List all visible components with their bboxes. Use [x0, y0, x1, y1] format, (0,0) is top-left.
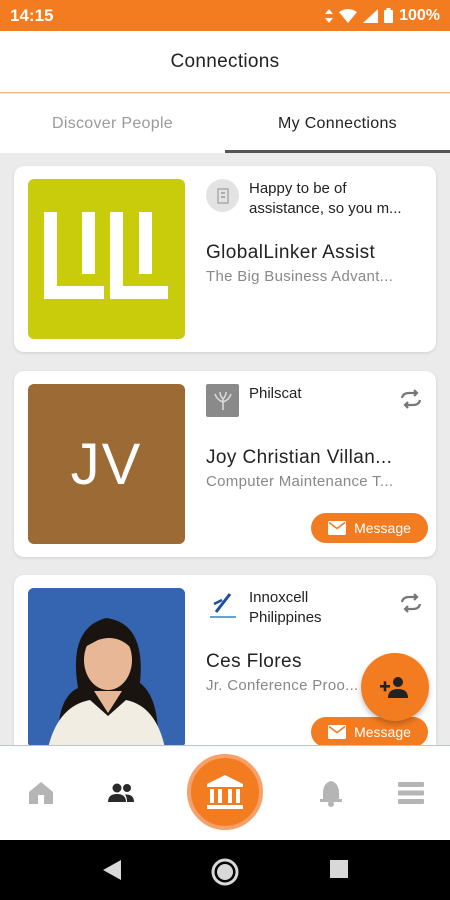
message-button-label: Message: [354, 520, 411, 536]
system-navigation-bar: [0, 840, 450, 900]
nav-menu[interactable]: [396, 778, 426, 808]
sync-icon[interactable]: [398, 389, 424, 409]
home-circle-icon[interactable]: [211, 858, 239, 886]
tab-bar: Discover People My Connections: [0, 94, 450, 153]
status-time: 14:15: [10, 5, 54, 25]
philscat-logo-icon: [213, 391, 232, 410]
home-icon: [29, 782, 53, 804]
mail-icon: [328, 725, 347, 739]
app-bar: Connections: [0, 31, 450, 93]
add-person-icon: [380, 677, 408, 698]
organization-name: Happy to be of assistance, so you m...: [249, 180, 402, 217]
people-icon: [108, 783, 134, 802]
avatar-initials: JV: [70, 431, 143, 497]
connection-subtitle: Computer Maintenance T...: [206, 473, 394, 490]
institution-icon: [207, 775, 243, 809]
menu-icon: [398, 782, 424, 804]
connection-name[interactable]: GlobalLinker Assist: [206, 242, 421, 264]
connection-card[interactable]: Happy to be of assistance, so you m... G…: [14, 166, 436, 352]
back-icon[interactable]: [101, 858, 123, 882]
message-button[interactable]: Message: [311, 513, 428, 543]
nav-connections[interactable]: [106, 778, 136, 808]
mail-icon: [328, 521, 347, 535]
organization: Innoxcell Philippines: [206, 588, 424, 628]
battery-text: 100%: [399, 6, 440, 24]
recents-icon[interactable]: [328, 858, 350, 880]
avatar: [28, 588, 185, 745]
globallinker-logo: [44, 212, 168, 299]
nav-business-center[interactable]: [187, 754, 263, 830]
message-button-label: Message: [354, 724, 411, 740]
connection-card[interactable]: JV Philscat Joy Christian Villan... Comp…: [14, 371, 436, 557]
organization-name: Innoxcell Philippines: [249, 589, 322, 626]
wifi-icon: [339, 8, 358, 23]
message-button[interactable]: Message: [311, 717, 428, 745]
organization-logo: [206, 588, 239, 621]
nav-notifications[interactable]: [316, 778, 346, 808]
page-title: Connections: [170, 50, 280, 72]
organization-logo: [206, 179, 239, 212]
connection-subtitle: The Big Business Advant...: [206, 268, 394, 285]
nav-home[interactable]: [26, 778, 56, 808]
tab-my-connections[interactable]: My Connections: [225, 94, 450, 153]
connection-name[interactable]: Joy Christian Villan...: [206, 447, 421, 469]
signal-icon: [363, 8, 379, 23]
tab-discover-people[interactable]: Discover People: [0, 94, 225, 153]
status-icons: 100%: [325, 7, 440, 25]
organization: Philscat: [206, 384, 424, 417]
building-icon: [216, 187, 229, 204]
avatar: [28, 179, 185, 339]
organization: Happy to be of assistance, so you m...: [206, 179, 424, 219]
status-bar: 14:15 100%: [0, 0, 450, 31]
battery-icon: [384, 8, 394, 23]
data-arrows-icon: [325, 8, 334, 23]
add-connection-button[interactable]: [361, 653, 429, 721]
bottom-navigation: [0, 745, 450, 840]
organization-name: Philscat: [249, 385, 302, 402]
innoxcell-logo-icon: [209, 592, 236, 618]
organization-logo: [206, 384, 239, 417]
avatar: JV: [28, 384, 185, 544]
sync-icon[interactable]: [398, 593, 424, 613]
profile-photo: [28, 588, 185, 745]
bell-icon: [320, 781, 342, 807]
